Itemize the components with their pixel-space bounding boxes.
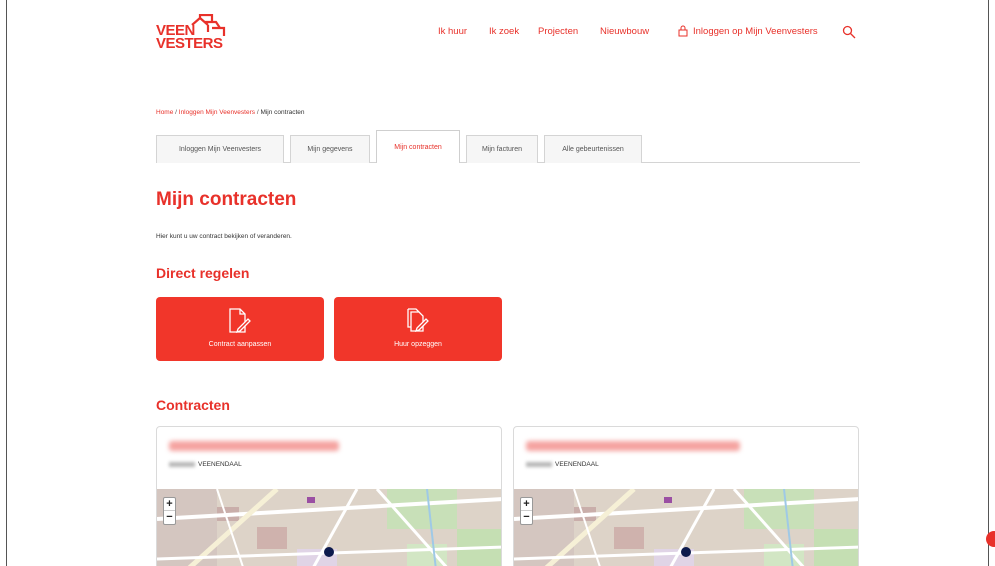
contract-aanpassen-button[interactable]: Contract aanpassen [156,297,324,361]
contract-city: VEENENDAAL [555,461,599,468]
zoom-out-button[interactable]: − [164,511,175,524]
huur-opzeggen-button[interactable]: Huur opzeggen [334,297,502,361]
zoom-in-button[interactable]: + [521,498,532,511]
contract-aanpassen-label: Contract aanpassen [208,341,272,348]
postcode-redacted [526,461,552,467]
logo-text-vesters: VESTERS [156,35,223,52]
cancel-rent-icon [407,308,429,333]
tab-mijn-gegevens[interactable]: Mijn gegevens [290,135,370,163]
lock-icon [678,25,688,37]
address-redacted [526,441,740,451]
nav-projecten[interactable]: Projecten [538,26,578,37]
window-edge-right [988,0,989,566]
tab-mijn-contracten[interactable]: Mijn contracten [376,130,460,163]
breadcrumb-login[interactable]: Inloggen Mijn Veenvesters [179,109,255,116]
map-zoom-controls: + − [520,497,533,525]
search-icon[interactable] [842,25,856,39]
intro-text: Hier kunt u uw contract bekijken of vera… [156,233,292,240]
zoom-in-button[interactable]: + [164,498,175,511]
postcode-redacted [169,461,195,467]
breadcrumb: Home / Inloggen Mijn Veenvesters / Mijn … [156,109,305,116]
veenvesters-logo[interactable]: VEEN VESTERS [156,14,226,52]
location-pin-icon[interactable] [681,547,691,557]
map-zoom-controls: + − [163,497,176,525]
contract-location: VEENENDAAL [169,461,242,468]
contract-edit-icon [229,308,251,334]
nav-ik-huur[interactable]: Ik huur [438,26,467,37]
nav-login[interactable]: Inloggen op Mijn Veenvesters [693,26,818,37]
contract-card[interactable]: VEENENDAAL + − [513,426,859,566]
contract-city: VEENENDAAL [198,461,242,468]
breadcrumb-home[interactable]: Home [156,109,173,116]
address-redacted [169,441,339,451]
contracten-heading: Contracten [156,397,230,413]
location-pin-icon[interactable] [324,547,334,557]
huur-opzeggen-label: Huur opzeggen [394,341,442,348]
tab-mijn-facturen[interactable]: Mijn facturen [466,135,538,163]
chat-widget-button[interactable] [986,531,995,547]
tab-alle-gebeurtenissen[interactable]: Alle gebeurtenissen [544,135,642,163]
direct-regelen-heading: Direct regelen [156,265,250,281]
page-title: Mijn contracten [156,189,297,210]
window-edge-left [6,0,7,566]
contract-location: VEENENDAAL [526,461,599,468]
nav-nieuwbouw[interactable]: Nieuwbouw [600,26,649,37]
nav-ik-zoek[interactable]: Ik zoek [489,26,519,37]
breadcrumb-current: Mijn contracten [260,109,305,116]
zoom-out-button[interactable]: − [521,511,532,524]
tab-inloggen[interactable]: Inloggen Mijn Veenvesters [156,135,284,163]
contract-card[interactable]: VEENENDAAL + − [156,426,502,566]
